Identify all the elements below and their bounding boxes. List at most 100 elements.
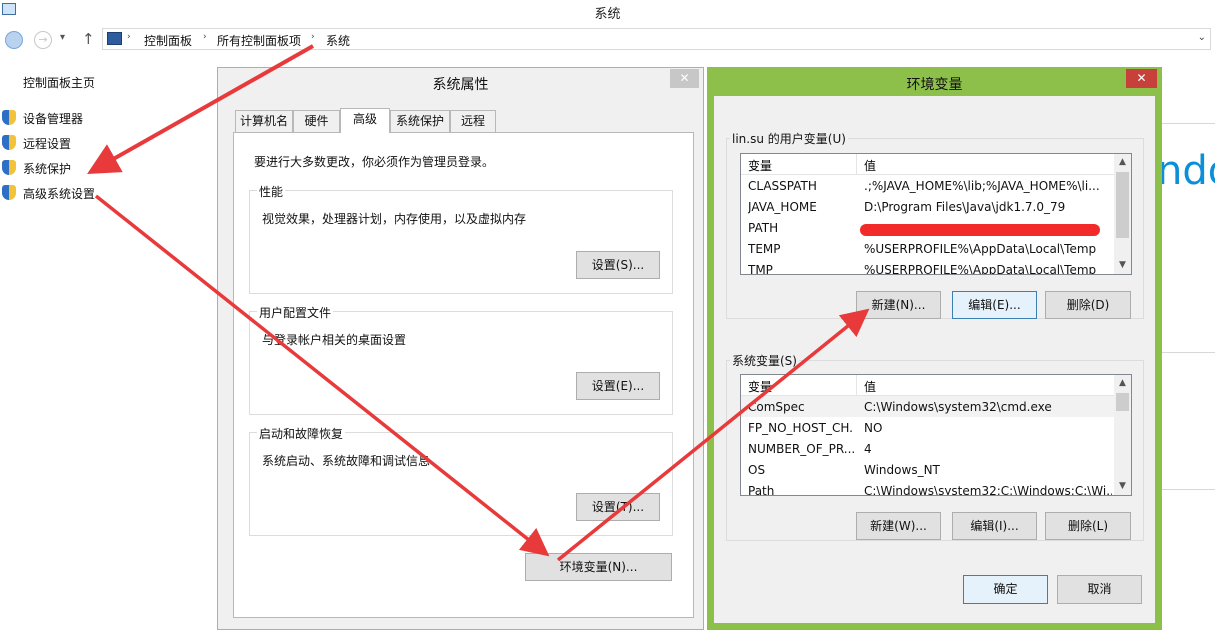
- variable-name: PATH: [748, 221, 779, 235]
- table-row[interactable]: OS Windows_NT: [741, 459, 1114, 480]
- list-header: 变量 值: [741, 375, 1114, 396]
- user-delete-button[interactable]: 删除(D): [1045, 291, 1131, 319]
- variable-value: %USERPROFILE%\AppData\Local\Temp: [864, 263, 1097, 275]
- table-row[interactable]: ComSpec C:\Windows\system32\cmd.exe: [741, 396, 1114, 417]
- user-profiles-settings-button[interactable]: 设置(E)...: [576, 372, 660, 400]
- user-edit-button[interactable]: 编辑(E)...: [952, 291, 1037, 319]
- recent-pages-chevron-icon[interactable]: ▾: [60, 32, 65, 43]
- scrollbar-thumb[interactable]: [1116, 172, 1129, 238]
- variable-value: D:\Program Files\Java\jdk1.7.0_79: [864, 200, 1066, 214]
- user-new-button[interactable]: 新建(N)...: [856, 291, 941, 319]
- tab-computer-name[interactable]: 计算机名: [235, 110, 293, 133]
- variable-value: C:\Windows\system32;C:\Windows;C:\Wi...: [864, 484, 1112, 496]
- table-row[interactable]: Path C:\Windows\system32;C:\Windows;C:\W…: [741, 480, 1114, 496]
- scroll-up-arrow-icon[interactable]: ▲: [1114, 375, 1131, 392]
- tab-remote[interactable]: 远程: [450, 110, 496, 133]
- advanced-tab-panel: 要进行大多数更改，你必须作为管理员登录。 性能 视觉效果，处理器计划，内存使用，…: [233, 132, 694, 618]
- table-row[interactable]: JAVA_HOME D:\Program Files\Java\jdk1.7.0…: [741, 196, 1114, 217]
- close-button[interactable]: ✕: [1126, 69, 1157, 88]
- scroll-down-arrow-icon[interactable]: ▼: [1114, 478, 1131, 495]
- column-header-value[interactable]: 值: [864, 378, 876, 395]
- sidebar-item-label: 高级系统设置: [23, 187, 96, 201]
- table-row[interactable]: FP_NO_HOST_CH... NO: [741, 417, 1114, 438]
- back-button[interactable]: [5, 31, 23, 49]
- address-dropdown-chevron-icon[interactable]: ⌄: [1198, 32, 1206, 43]
- list-header: 变量 值: [741, 154, 1114, 175]
- shield-icon: [2, 160, 16, 175]
- ok-button[interactable]: 确定: [963, 575, 1048, 604]
- cancel-button[interactable]: 取消: [1057, 575, 1142, 604]
- user-variables-list[interactable]: 变量 值 CLASSPATH .;%JAVA_HOME%\lib;%JAVA_H…: [740, 153, 1132, 275]
- performance-settings-button[interactable]: 设置(S)...: [576, 251, 660, 279]
- user-variables-title: lin.su 的用户变量(U): [730, 130, 848, 147]
- breadcrumb-all-items[interactable]: 所有控制面板项: [217, 32, 301, 49]
- variable-value: C:\Windows\system32\cmd.exe: [864, 400, 1052, 414]
- variable-name: Path: [748, 484, 775, 496]
- table-row[interactable]: TEMP %USERPROFILE%\AppData\Local\Temp: [741, 238, 1114, 259]
- variable-value: NO: [864, 421, 883, 435]
- sidebar-item-label: 远程设置: [23, 137, 72, 151]
- user-profiles-group: 用户配置文件 与登录帐户相关的桌面设置 设置(E)...: [249, 304, 673, 415]
- shield-icon: [2, 135, 16, 150]
- tab-advanced[interactable]: 高级: [340, 108, 390, 133]
- tab-hardware[interactable]: 硬件: [293, 110, 340, 133]
- scroll-up-arrow-icon[interactable]: ▲: [1114, 154, 1131, 171]
- variable-name: FP_NO_HOST_CH...: [748, 421, 854, 435]
- startup-recovery-group: 启动和故障恢复 系统启动、系统故障和调试信息 设置(T)...: [249, 425, 673, 536]
- variable-name: CLASSPATH: [748, 179, 817, 193]
- control-panel-icon: [107, 32, 122, 45]
- dialog-body: lin.su 的用户变量(U) 变量 值 CLASSPATH .;%JAVA_H…: [714, 96, 1155, 623]
- column-header-value[interactable]: 值: [864, 157, 876, 174]
- vertical-scrollbar[interactable]: ▲ ▼: [1114, 375, 1131, 495]
- close-button[interactable]: ✕: [670, 69, 699, 88]
- redaction-mark: [860, 224, 1100, 236]
- dialog-title: 环境变量: [906, 77, 963, 93]
- variable-name: OS: [748, 463, 766, 477]
- shield-icon: [2, 185, 16, 200]
- variable-name: JAVA_HOME: [748, 200, 817, 214]
- address-bar[interactable]: › 控制面板 › 所有控制面板项 › 系统 ⌄: [102, 28, 1211, 50]
- group-title: 用户配置文件: [257, 304, 334, 321]
- system-new-button[interactable]: 新建(W)...: [856, 512, 941, 540]
- variable-value: Windows_NT: [864, 463, 940, 477]
- column-header-variable[interactable]: 变量: [748, 378, 772, 395]
- variable-value: 4: [864, 442, 872, 456]
- table-row[interactable]: PATH: [741, 217, 1114, 238]
- breadcrumb-system[interactable]: 系统: [326, 32, 350, 49]
- system-variables-title: 系统变量(S): [730, 352, 799, 369]
- variable-name: ComSpec: [748, 400, 805, 414]
- dialog-title: 系统属性: [432, 77, 489, 93]
- system-delete-button[interactable]: 删除(L): [1045, 512, 1131, 540]
- table-row[interactable]: CLASSPATH .;%JAVA_HOME%\lib;%JAVA_HOME%\…: [741, 175, 1114, 196]
- window-title-bar: 系统: [0, 0, 1215, 24]
- sidebar-item-label: 设备管理器: [23, 112, 84, 126]
- variable-name: NUMBER_OF_PR...: [748, 442, 854, 456]
- system-variables-list[interactable]: 变量 值 ComSpec C:\Windows\system32\cmd.exe…: [740, 374, 1132, 496]
- background-divider: [1158, 489, 1215, 490]
- shield-icon: [2, 110, 16, 125]
- scroll-down-arrow-icon[interactable]: ▼: [1114, 257, 1131, 274]
- startup-recovery-settings-button[interactable]: 设置(T)...: [576, 493, 660, 521]
- breadcrumb-separator-icon[interactable]: ›: [127, 32, 131, 42]
- group-description: 视觉效果，处理器计划，内存使用，以及虚拟内存: [262, 212, 527, 226]
- background-divider: [1158, 352, 1215, 353]
- tab-system-protection[interactable]: 系统保护: [390, 110, 450, 133]
- breadcrumb-control-panel[interactable]: 控制面板: [144, 32, 192, 49]
- environment-variables-button[interactable]: 环境变量(N)...: [525, 553, 672, 581]
- sidebar-item-label: 系统保护: [23, 162, 72, 176]
- scrollbar-thumb[interactable]: [1116, 393, 1129, 411]
- breadcrumb-separator-icon[interactable]: ›: [203, 32, 207, 42]
- vertical-scrollbar[interactable]: ▲ ▼: [1114, 154, 1131, 274]
- system-edit-button[interactable]: 编辑(I)...: [952, 512, 1037, 540]
- sidebar-control-panel-home[interactable]: 控制面板主页: [23, 74, 95, 91]
- table-row[interactable]: TMP %USERPROFILE%\AppData\Local\Temp: [741, 259, 1114, 275]
- table-row[interactable]: NUMBER_OF_PR... 4: [741, 438, 1114, 459]
- system-properties-dialog: 系统属性 ✕ 计算机名 硬件 高级 系统保护 远程 要进行大多数更改，你必须作为…: [217, 67, 704, 630]
- variable-name: TEMP: [748, 242, 781, 256]
- group-description: 系统启动、系统故障和调试信息: [262, 454, 431, 468]
- up-arrow-icon[interactable]: ↑: [82, 30, 95, 48]
- performance-group: 性能 视觉效果，处理器计划，内存使用，以及虚拟内存 设置(S)...: [249, 183, 673, 294]
- forward-button[interactable]: →: [34, 31, 52, 49]
- breadcrumb-separator-icon[interactable]: ›: [311, 32, 315, 42]
- column-header-variable[interactable]: 变量: [748, 157, 772, 174]
